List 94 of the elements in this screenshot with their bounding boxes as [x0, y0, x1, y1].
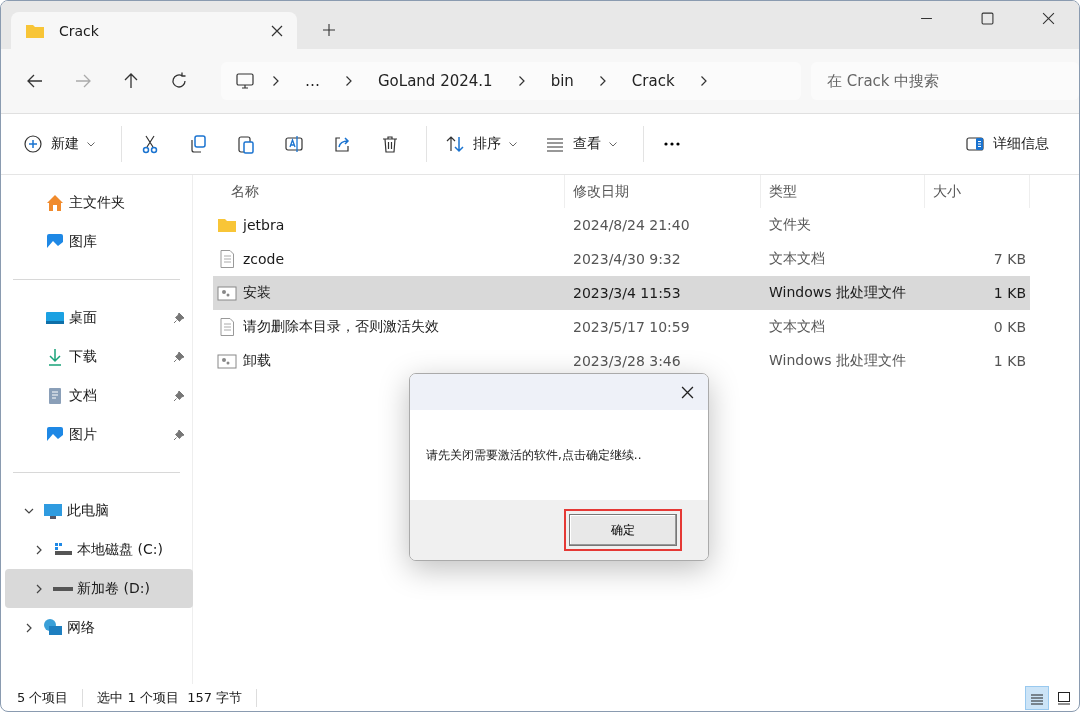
date-cell: 2023/5/17 10:59	[573, 319, 690, 335]
date-cell: 2023/3/28 3:46	[573, 353, 681, 369]
chevron-down-icon	[87, 141, 95, 147]
drive-icon	[53, 586, 73, 591]
file-name: 安装	[243, 284, 271, 302]
sidebar-item[interactable]: 图片	[5, 415, 193, 454]
view-button[interactable]: 查看	[535, 128, 627, 160]
file-row[interactable]: 安装 2023/3/4 11:53 Windows 批处理文件 1 KB	[213, 276, 1030, 310]
file-row[interactable]: 请勿删除本目录，否则激活失效 2023/5/17 10:59 文本文档 0 KB	[213, 310, 1030, 344]
new-button[interactable]: 新建	[13, 128, 105, 160]
sidebar-item[interactable]: 图库	[5, 222, 193, 261]
trash-icon	[380, 134, 400, 154]
clipboard-icon	[236, 134, 256, 154]
monitor-icon	[235, 71, 255, 91]
file-row[interactable]: zcode 2023/4/30 9:32 文本文档 7 KB	[213, 242, 1030, 276]
chevron-right-icon[interactable]	[273, 76, 279, 86]
copy-icon	[188, 134, 208, 154]
type-cell: Windows 批处理文件	[769, 284, 906, 302]
sort-button[interactable]: 排序	[435, 128, 527, 160]
column-header[interactable]: 大小	[925, 175, 1030, 208]
file-name: 请勿删除本目录，否则激活失效	[243, 318, 439, 336]
breadcrumb[interactable]: GoLand 2024.1	[370, 72, 501, 90]
network-icon	[43, 617, 63, 638]
breadcrumb[interactable]: …	[297, 72, 328, 90]
close-icon[interactable]	[681, 385, 694, 399]
sidebar-item[interactable]: 此电脑	[5, 491, 193, 530]
ok-button[interactable]: 确定	[569, 514, 677, 546]
new-tab-icon[interactable]	[323, 24, 335, 36]
sidebar-item[interactable]: 本地磁盘 (C:)	[5, 530, 193, 569]
file-name: 卸载	[243, 352, 271, 370]
breadcrumb[interactable]: Crack	[623, 72, 683, 90]
chevron-right-icon[interactable]	[34, 544, 44, 555]
details-view-button[interactable]	[1025, 685, 1049, 710]
pin-icon[interactable]	[173, 428, 185, 441]
status-text: 5 个项目	[17, 688, 84, 707]
size-cell: 1 KB	[993, 285, 1026, 301]
sidebar-item[interactable]: 下载	[5, 337, 193, 376]
text-file-icon	[217, 249, 237, 269]
folder-tab[interactable]: Crack	[11, 12, 297, 49]
chevron-right-icon[interactable]	[700, 76, 707, 86]
sidebar-item[interactable]: 网络	[5, 608, 193, 647]
gear-window-icon	[217, 283, 237, 303]
date-cell: 2023/3/4 11:53	[573, 285, 681, 301]
status-text: 选中 1 个项目 157 字节	[97, 688, 258, 707]
pin-icon[interactable]	[173, 350, 185, 363]
more-icon	[662, 142, 682, 146]
type-cell: Windows 批处理文件	[769, 352, 906, 370]
sidebar-item[interactable]: 主文件夹	[5, 183, 193, 222]
file-row[interactable]: jetbra 2024/8/24 21:40 文件夹	[213, 208, 1030, 242]
breadcrumb[interactable]: bin	[542, 72, 582, 90]
maximize-icon[interactable]	[981, 12, 994, 25]
share-icon	[332, 134, 352, 154]
size-cell: 1 KB	[993, 353, 1026, 369]
type-cell: 文本文档	[769, 318, 825, 336]
rename-icon	[284, 134, 304, 154]
dialog-message: 请先关闭需要激活的软件,点击确定继续..	[426, 446, 642, 464]
file-name: zcode	[243, 251, 285, 267]
chevron-right-icon[interactable]	[346, 76, 352, 86]
date-cell: 2024/8/24 21:40	[573, 217, 690, 233]
pin-icon[interactable]	[173, 389, 185, 402]
column-header[interactable]: 类型	[761, 175, 925, 208]
chevron-right-icon[interactable]	[24, 622, 34, 633]
type-cell: 文本文档	[769, 250, 825, 268]
chevron-right-icon[interactable]	[518, 76, 525, 86]
plus-circle-icon	[23, 134, 43, 154]
scissors-icon	[140, 134, 160, 154]
size-cell: 0 KB	[993, 319, 1026, 335]
refresh-icon[interactable]	[169, 71, 189, 91]
address-bar[interactable]: … GoLand 2024.1 bin Crack	[221, 62, 801, 100]
gear-window-icon	[217, 351, 237, 371]
close-tab-icon[interactable]	[271, 24, 283, 37]
date-cell: 2023/4/30 9:32	[573, 251, 681, 267]
sort-arrows-icon	[445, 134, 465, 154]
sidebar-item[interactable]: 新加卷 (D:)	[5, 569, 193, 608]
close-icon[interactable]	[1042, 12, 1055, 25]
pin-icon[interactable]	[173, 311, 185, 324]
tiles-icon	[1057, 690, 1071, 705]
chevron-down-icon	[509, 141, 517, 147]
panel-icon	[965, 134, 985, 154]
sidebar-item[interactable]: 桌面	[5, 298, 193, 337]
type-cell: 文件夹	[769, 216, 811, 234]
sidebar-item[interactable]: 文档	[5, 376, 193, 415]
column-header[interactable]: 名称	[213, 175, 565, 208]
column-header[interactable]: 修改日期	[565, 175, 761, 208]
chevron-down-icon	[609, 141, 617, 147]
house-icon	[45, 192, 65, 213]
chevron-right-icon[interactable]	[599, 76, 606, 86]
file-name: jetbra	[243, 217, 285, 233]
text-file-icon	[217, 317, 237, 337]
file-row[interactable]: 卸载 2023/3/28 3:46 Windows 批处理文件 1 KB	[213, 344, 1030, 378]
chevron-right-icon[interactable]	[34, 583, 44, 594]
size-cell: 7 KB	[993, 251, 1026, 267]
details-pane-button[interactable]: 详细信息	[955, 128, 1059, 160]
search-field[interactable]: 在 Crack 中搜索	[811, 62, 1079, 100]
